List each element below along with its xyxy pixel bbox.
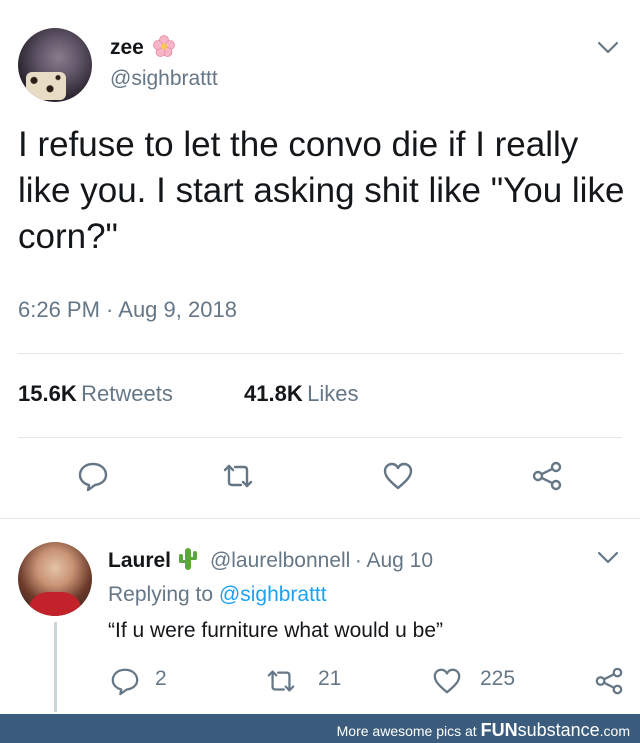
footer-brand-rest: substance — [517, 720, 600, 740]
replying-to-handle[interactable]: @sighbrattt — [219, 583, 327, 606]
like-icon[interactable] — [382, 460, 414, 492]
footer-prefix: More awesome pics at — [336, 723, 477, 739]
share-icon[interactable] — [531, 460, 563, 492]
cactus-emoji-icon — [179, 548, 198, 570]
footer-text[interactable]: More awesome pics at FUNsubstance.com — [337, 720, 630, 741]
likes-count: 41.8K — [244, 381, 303, 406]
avatar-detail — [28, 592, 82, 616]
author-handle[interactable]: @sighbrattt — [110, 67, 218, 91]
footer-brand-bold: FUN — [480, 720, 518, 740]
chevron-down-icon[interactable] — [596, 40, 620, 56]
reply-header: Laurel @laurelbonnell · Aug 10 — [108, 546, 433, 573]
replying-to-prefix: Replying to — [108, 583, 214, 606]
reply-date: · Aug 10 — [354, 549, 434, 572]
reply-author-name[interactable]: Laurel — [108, 549, 171, 572]
retweets-stat[interactable]: 15.6K Retweets — [18, 381, 173, 407]
reply-count: 2 — [155, 667, 167, 690]
section-divider — [0, 518, 640, 519]
author-avatar[interactable] — [18, 28, 92, 102]
retweets-count: 15.6K — [18, 381, 77, 406]
tweet-text: I refuse to let the convo die if I reall… — [18, 125, 625, 256]
retweet-count: 21 — [318, 667, 342, 690]
reply-author-handle[interactable]: @laurelbonnell — [210, 549, 350, 572]
replying-to: Replying to @sighbrattt — [108, 583, 327, 607]
likes-stat[interactable]: 41.8K Likes — [244, 381, 359, 407]
retweets-label: Retweets — [81, 381, 173, 406]
footer-suffix: .com — [599, 723, 630, 739]
tweet-timestamp[interactable]: 6:26 PM · Aug 9, 2018 — [18, 297, 237, 323]
chevron-down-icon[interactable] — [596, 550, 620, 566]
flower-emoji-icon — [153, 35, 176, 57]
author-name-row[interactable]: zee — [110, 34, 176, 60]
reply-author-avatar[interactable] — [18, 542, 92, 616]
reply-icon[interactable] — [77, 460, 109, 492]
footer-brand: FUNsubstance — [481, 720, 600, 740]
avatar-detail — [26, 72, 66, 100]
retweet-icon[interactable] — [266, 666, 296, 696]
reply-icon[interactable] — [110, 666, 140, 696]
like-icon[interactable] — [432, 666, 462, 696]
watermark-footer: More awesome pics at FUNsubstance.com — [0, 714, 640, 743]
divider — [18, 437, 622, 438]
thread-line — [54, 622, 57, 712]
like-count: 225 — [480, 667, 516, 690]
divider — [18, 353, 622, 354]
reply-text: “If u were furniture what would u be” — [108, 619, 443, 642]
retweet-icon[interactable] — [222, 460, 254, 492]
author-name: zee — [110, 36, 144, 59]
likes-label: Likes — [307, 381, 359, 406]
share-icon[interactable] — [594, 666, 624, 696]
